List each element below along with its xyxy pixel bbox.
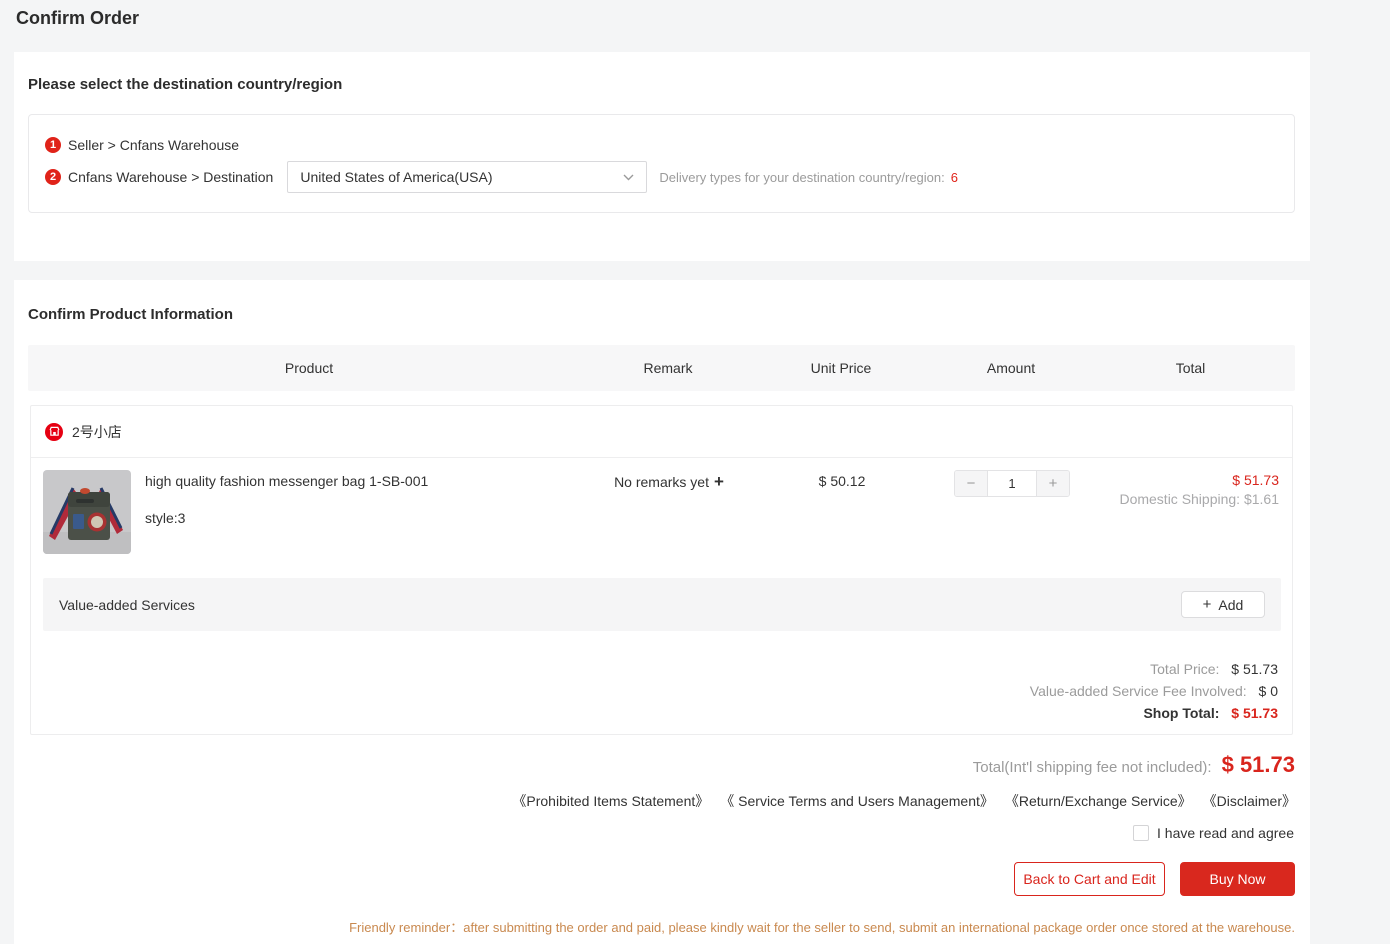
quantity-stepper: − 1 + bbox=[954, 470, 1070, 497]
add-service-label: Add bbox=[1218, 597, 1243, 613]
product-heading: Confirm Product Information bbox=[28, 306, 233, 323]
step-1-badge-icon: 1 bbox=[45, 137, 61, 153]
delivery-types-label: Delivery types for your destination coun… bbox=[659, 170, 944, 185]
shop-icon bbox=[45, 423, 63, 441]
quantity-increase-button[interactable]: + bbox=[1036, 471, 1069, 496]
link-return-exchange[interactable]: 《Return/Exchange Service》 bbox=[1005, 791, 1192, 811]
quantity-decrease-button[interactable]: − bbox=[955, 471, 988, 496]
row-total-value: $ 51.73 bbox=[1119, 472, 1279, 488]
shop-group: 2号小店 high quality fashion messenger bag … bbox=[30, 405, 1293, 735]
total-price-line: Total Price: $ 51.73 bbox=[1030, 661, 1278, 677]
grand-total-label: Total(Int'l shipping fee not included): bbox=[973, 759, 1212, 776]
table-header-row: Product Remark Unit Price Amount Total bbox=[28, 345, 1295, 391]
total-price-value: $ 51.73 bbox=[1231, 661, 1278, 677]
step-warehouse-to-destination: 2 Cnfans Warehouse > Destination United … bbox=[45, 161, 958, 193]
product-row: high quality fashion messenger bag 1-SB-… bbox=[31, 458, 1292, 578]
add-service-button[interactable]: + Add bbox=[1181, 591, 1265, 618]
action-buttons: Back to Cart and Edit Buy Now bbox=[1014, 862, 1295, 896]
country-select[interactable]: United States of America(USA) bbox=[287, 161, 647, 193]
value-added-services-label: Value-added Services bbox=[59, 597, 195, 613]
back-to-cart-button[interactable]: Back to Cart and Edit bbox=[1014, 862, 1165, 896]
product-title[interactable]: high quality fashion messenger bag 1-SB-… bbox=[145, 473, 428, 489]
agreement-links: 《Prohibited Items Statement》 《 Service T… bbox=[512, 791, 1296, 811]
buy-now-button[interactable]: Buy Now bbox=[1180, 862, 1295, 896]
shop-header-row: 2号小店 bbox=[31, 406, 1292, 458]
grand-total: Total(Int'l shipping fee not included): … bbox=[973, 752, 1295, 778]
step-seller-to-warehouse: 1 Seller > Cnfans Warehouse bbox=[45, 136, 239, 154]
col-header-remark: Remark bbox=[590, 360, 746, 376]
add-remark-icon[interactable]: + bbox=[714, 472, 724, 491]
plus-icon: + bbox=[1203, 596, 1212, 613]
grand-total-value: $ 51.73 bbox=[1222, 752, 1295, 778]
service-fee-value: $ 0 bbox=[1259, 683, 1278, 699]
shop-total-line: Shop Total: $ 51.73 bbox=[1030, 705, 1278, 721]
shop-name[interactable]: 2号小店 bbox=[72, 422, 122, 442]
shop-total-label: Shop Total: bbox=[1143, 705, 1219, 721]
agree-checkbox[interactable] bbox=[1133, 825, 1149, 841]
link-service-terms[interactable]: 《 Service Terms and Users Management》 bbox=[720, 791, 994, 811]
quantity-value[interactable]: 1 bbox=[988, 471, 1036, 496]
agree-row: I have read and agree bbox=[1133, 825, 1294, 841]
link-prohibited-items[interactable]: 《Prohibited Items Statement》 bbox=[512, 791, 709, 811]
country-select-value: United States of America(USA) bbox=[300, 169, 492, 185]
shop-totals: Total Price: $ 51.73 Value-added Service… bbox=[1030, 661, 1278, 727]
remark-cell: No remarks yet + bbox=[591, 472, 747, 492]
col-header-total: Total bbox=[1086, 360, 1295, 376]
destination-card: Please select the destination country/re… bbox=[14, 52, 1310, 261]
delivery-types-count: 6 bbox=[951, 170, 958, 185]
chevron-down-icon bbox=[623, 174, 634, 181]
step-2-label: Cnfans Warehouse > Destination bbox=[68, 169, 273, 185]
friendly-reminder: Friendly reminder：after submitting the o… bbox=[349, 917, 1295, 936]
remark-text: No remarks yet bbox=[614, 474, 709, 490]
row-total-cell: $ 51.73 Domestic Shipping: $1.61 bbox=[1119, 472, 1279, 507]
value-added-services-row: Value-added Services + Add bbox=[43, 578, 1281, 631]
product-image[interactable] bbox=[43, 470, 131, 554]
shop-total-value: $ 51.73 bbox=[1231, 705, 1278, 721]
product-variant: style:3 bbox=[145, 510, 185, 526]
product-card: Confirm Product Information Product Rema… bbox=[14, 280, 1310, 944]
service-fee-line: Value-added Service Fee Involved: $ 0 bbox=[1030, 683, 1278, 699]
unit-price: $ 50.12 bbox=[747, 473, 937, 489]
col-header-unit-price: Unit Price bbox=[746, 360, 936, 376]
step-1-label: Seller > Cnfans Warehouse bbox=[68, 137, 239, 153]
service-fee-label: Value-added Service Fee Involved: bbox=[1030, 683, 1247, 699]
link-disclaimer[interactable]: 《Disclaimer》 bbox=[1203, 791, 1296, 811]
col-header-amount: Amount bbox=[936, 360, 1086, 376]
col-header-product: Product bbox=[28, 360, 590, 376]
page-title: Confirm Order bbox=[16, 8, 139, 29]
destination-heading: Please select the destination country/re… bbox=[28, 76, 342, 93]
step-2-badge-icon: 2 bbox=[45, 169, 61, 185]
domestic-shipping: Domestic Shipping: $1.61 bbox=[1119, 491, 1279, 507]
agree-label: I have read and agree bbox=[1157, 825, 1294, 841]
total-price-label: Total Price: bbox=[1150, 661, 1219, 677]
destination-box: 1 Seller > Cnfans Warehouse 2 Cnfans War… bbox=[28, 114, 1295, 213]
